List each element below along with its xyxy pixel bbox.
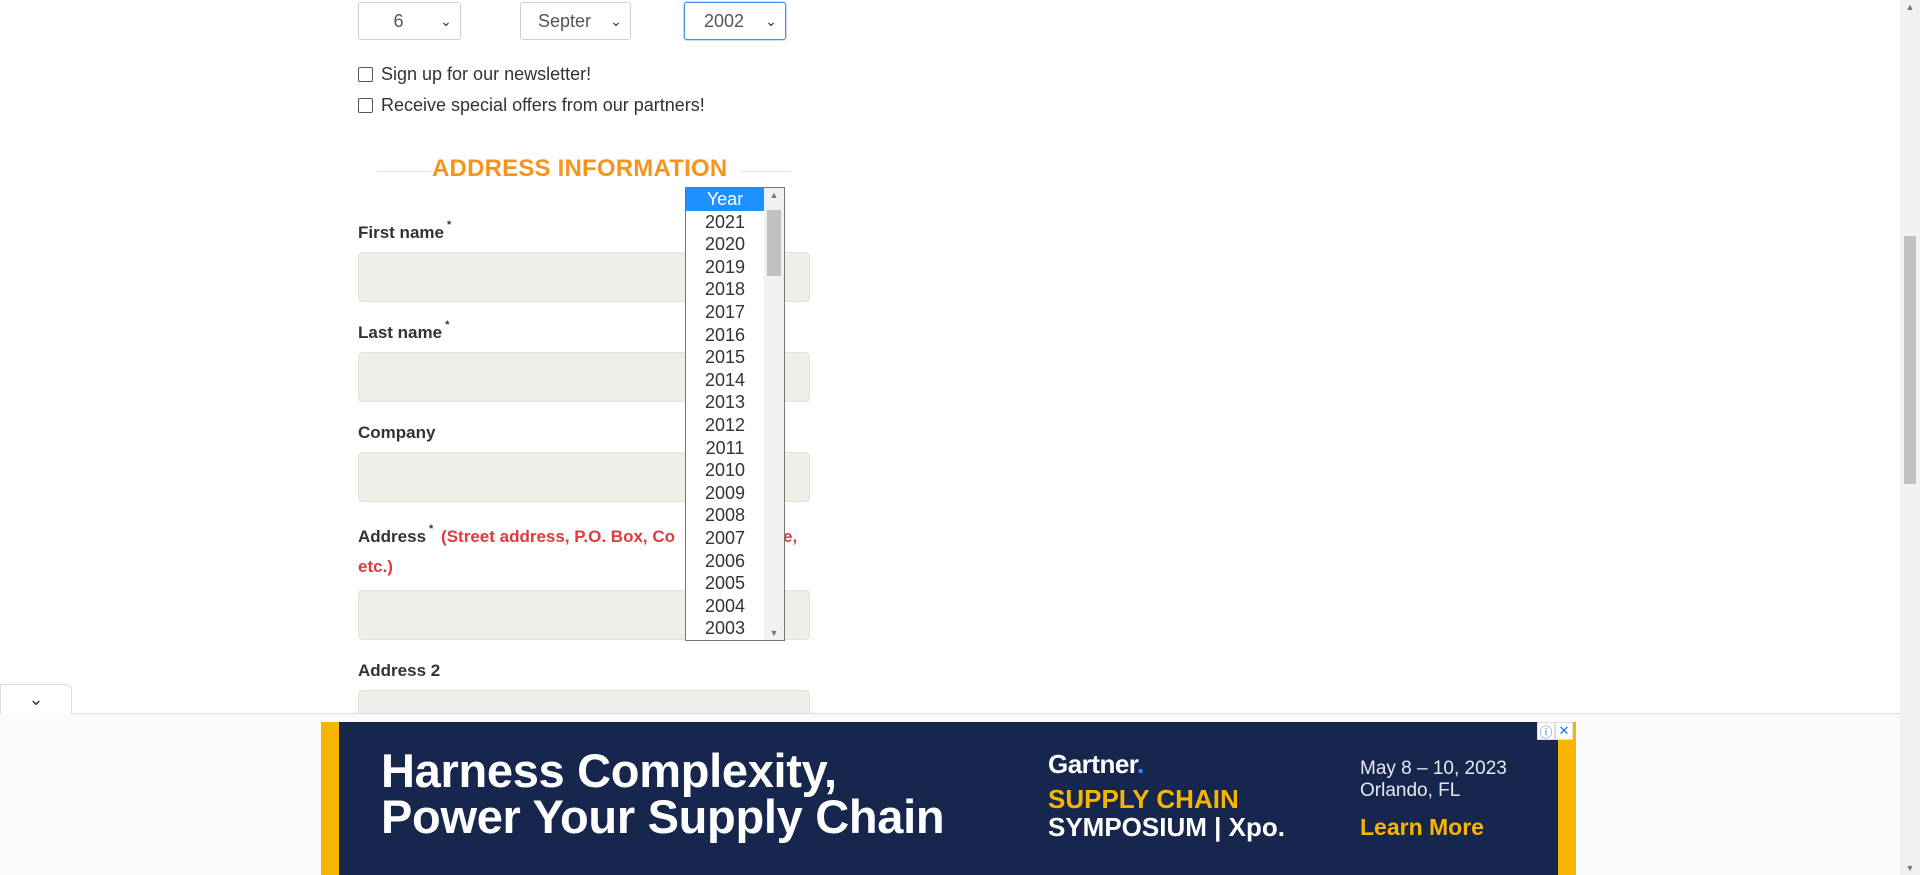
info-icon[interactable]: ⓘ (1537, 722, 1555, 740)
year-option[interactable]: 2014 (686, 369, 764, 392)
partner-offers-checkbox[interactable] (358, 98, 373, 113)
ad-learn-more-link[interactable]: Learn More (1360, 814, 1484, 841)
section-divider-right (740, 171, 790, 172)
newsletter-checkbox[interactable] (358, 67, 373, 82)
chevron-down-icon: ⌄ (765, 12, 777, 29)
partner-offers-option[interactable]: Receive special offers from our partners… (358, 95, 705, 116)
ad-brand-name: Gartner (1048, 749, 1138, 779)
page-scroll-up-icon[interactable]: ▲ (1900, 2, 1920, 12)
ad-event-line1: SUPPLY CHAIN (1048, 784, 1239, 814)
year-option[interactable]: 2005 (686, 572, 764, 595)
page-scrollbar[interactable]: ▲ ▼ (1900, 0, 1920, 875)
chevron-down-icon: ⌄ (28, 689, 44, 709)
month-select-value: Septer (537, 10, 592, 31)
year-option[interactable]: 2008 (686, 504, 764, 527)
ad-stripe-right (1558, 722, 1576, 875)
year-option[interactable]: 2015 (686, 346, 764, 369)
chevron-down-icon: ⌄ (610, 12, 622, 29)
ad-banner[interactable]: Harness Complexity, Power Your Supply Ch… (321, 722, 1576, 875)
ad-event-line2: SYMPOSIUM | Xpo. (1048, 812, 1285, 842)
ad-brand: Gartner. (1048, 749, 1144, 780)
year-select-value: 2002 (703, 10, 745, 31)
year-option[interactable]: 2021 (686, 211, 764, 234)
section-title: ADDRESS INFORMATION (432, 155, 728, 182)
year-option[interactable]: 2017 (686, 301, 764, 324)
ad-location: Orlando, FL (1360, 780, 1461, 801)
close-icon[interactable]: ✕ (1555, 722, 1573, 740)
year-option[interactable]: 2010 (686, 459, 764, 482)
ad-controls: ⓘ ✕ (1537, 722, 1573, 740)
year-option[interactable]: 2012 (686, 414, 764, 437)
company-label: Company (358, 423, 436, 442)
year-option[interactable]: 2013 (686, 391, 764, 414)
ad-collapse-button[interactable]: ⌄ (0, 684, 72, 714)
first-name-label-text: First name (358, 223, 444, 242)
day-select[interactable]: 6 ⌄ (358, 2, 461, 40)
year-select[interactable]: 2002 ⌄ (684, 2, 786, 40)
address2-label: Address 2 (358, 661, 441, 680)
dropdown-scroll-thumb[interactable] (767, 210, 781, 276)
year-option[interactable]: 2018 (686, 278, 764, 301)
page-scroll-thumb[interactable] (1904, 236, 1916, 484)
scroll-up-arrow-icon[interactable]: ▲ (764, 190, 784, 200)
year-option[interactable]: 2011 (686, 437, 764, 460)
year-option[interactable]: 2007 (686, 527, 764, 550)
ad-headline-line1: Harness Complexity, (381, 744, 837, 797)
year-option[interactable]: 2006 (686, 550, 764, 573)
year-option[interactable]: 2009 (686, 482, 764, 505)
year-option[interactable]: 2020 (686, 233, 764, 256)
year-option[interactable]: 2004 (686, 595, 764, 618)
year-option[interactable]: 2016 (686, 324, 764, 347)
address-hint: (Street address, P.O. Box, Co (441, 527, 676, 546)
scroll-down-arrow-icon[interactable]: ▼ (764, 628, 784, 638)
year-option[interactable]: Year (686, 188, 764, 211)
last-name-label-text: Last name (358, 323, 443, 342)
ad-brand-dot: . (1137, 749, 1144, 779)
ad-bar-divider (0, 713, 1900, 714)
page-scroll-down-icon[interactable]: ▼ (1900, 863, 1920, 873)
newsletter-option[interactable]: Sign up for our newsletter! (358, 64, 591, 85)
year-option[interactable]: 2003 (686, 617, 764, 640)
dropdown-scrollbar[interactable]: ▲ ▼ (764, 188, 784, 640)
address-hint-tail: e, (783, 527, 798, 546)
year-dropdown-list[interactable]: Year 2021 2020 2019 2018 2017 2016 2015 2014 2013… (685, 187, 785, 641)
required-mark: * (446, 219, 452, 231)
required-mark: * (429, 523, 434, 535)
partner-offers-label: Receive special offers from our partners… (381, 95, 705, 115)
last-name-label: Last name * (358, 319, 449, 343)
required-mark: * (445, 319, 450, 331)
address-hint-line2: etc.) (358, 557, 393, 576)
first-name-label: First name * (358, 219, 451, 243)
address-label-text: Address (358, 527, 427, 546)
month-select[interactable]: Septer ⌄ (520, 2, 631, 40)
section-divider-left (378, 171, 430, 172)
ad-stripe-left (321, 722, 339, 875)
ad-headline-line2: Power Your Supply Chain (381, 790, 945, 843)
day-select-value: 6 (393, 10, 404, 31)
year-options: Year 2021 2020 2019 2018 2017 2016 2015 2014 2013… (686, 188, 764, 640)
ad-date-line1: May 8 – 10, 2023 (1360, 758, 1507, 779)
address-label: Address * (Street address, P.O. Box, Co (358, 523, 676, 547)
ad-headline: Harness Complexity, Power Your Supply Ch… (381, 744, 945, 843)
newsletter-label: Sign up for our newsletter! (381, 64, 592, 84)
ad-date: May 8 – 10, 2023 Orlando, FL (1360, 758, 1507, 802)
year-option[interactable]: 2019 (686, 256, 764, 279)
chevron-down-icon: ⌄ (440, 12, 452, 29)
